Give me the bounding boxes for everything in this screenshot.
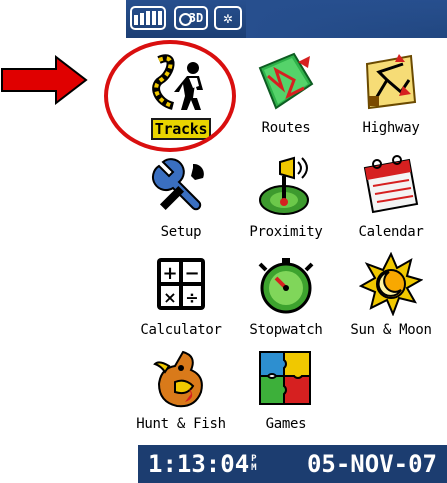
backlight-icon: ✲ xyxy=(214,6,242,30)
menu-item-label: Calculator xyxy=(140,322,222,338)
menu-item-label: Proximity xyxy=(249,224,323,240)
menu-item-label: Games xyxy=(265,416,307,432)
menu-item-label: Calendar xyxy=(358,224,424,240)
fix-label: 3D xyxy=(188,11,204,25)
menu-item-calculator[interactable]: + − × ÷ Calculator xyxy=(128,248,234,356)
gps-3d-fix-icon: 3D xyxy=(174,6,208,30)
calculator-icon: + − × ÷ xyxy=(157,258,205,310)
menu-item-stopwatch[interactable]: Stopwatch xyxy=(233,248,339,356)
calendar-icon xyxy=(363,155,419,214)
menu-item-setup[interactable]: Setup xyxy=(128,150,234,258)
menu-item-label: Hunt & Fish xyxy=(136,416,226,432)
status-bar: 3D ✲ xyxy=(126,0,447,38)
menu-item-hunt-fish[interactable]: Hunt & Fish xyxy=(128,342,234,450)
svg-text:×: × xyxy=(163,288,176,307)
svg-text:+: + xyxy=(162,263,177,284)
satellite-signal-icon xyxy=(130,6,166,30)
highway-icon xyxy=(365,54,417,110)
svg-text:÷: ÷ xyxy=(185,288,198,307)
menu-item-label: Stopwatch xyxy=(249,322,323,338)
menu-item-calendar[interactable]: Calendar xyxy=(338,150,444,258)
sun-moon-icon xyxy=(359,252,423,316)
proximity-icon xyxy=(259,156,309,215)
time-display: 1:13:04 P M xyxy=(148,450,257,478)
menu-item-tracks[interactable]: Tracks xyxy=(128,46,234,154)
menu-item-sun-moon[interactable]: Sun & Moon xyxy=(338,248,444,356)
stopwatch-icon xyxy=(258,258,314,314)
svg-text:−: − xyxy=(184,263,199,284)
gps-screen: 3D ✲ Tracks Routes Highway Setup Proximi… xyxy=(126,0,447,483)
hunt-fish-icon xyxy=(153,350,203,408)
ampm-indicator: P M xyxy=(251,454,257,473)
menu-item-label: Sun & Moon xyxy=(350,322,432,338)
setup-icon xyxy=(152,158,204,211)
menu-item-routes[interactable]: Routes xyxy=(233,46,339,154)
date-value: 05-NOV-07 xyxy=(306,450,437,478)
time-value: 1:13:04 xyxy=(148,450,250,478)
red-arrow-icon xyxy=(1,55,88,105)
menu-item-label: Tracks xyxy=(150,118,212,140)
menu-item-label: Highway xyxy=(362,120,420,136)
menu-item-label: Routes xyxy=(261,120,311,136)
tracks-icon xyxy=(152,54,203,110)
routes-icon xyxy=(258,52,314,110)
menu-item-games[interactable]: Games xyxy=(233,342,339,450)
games-icon xyxy=(259,351,311,405)
menu-item-proximity[interactable]: Proximity xyxy=(233,150,339,258)
time-date-bar: 1:13:04 P M 05-NOV-07 xyxy=(138,445,447,483)
menu-item-highway[interactable]: Highway xyxy=(338,46,444,154)
menu-item-label: Setup xyxy=(160,224,202,240)
